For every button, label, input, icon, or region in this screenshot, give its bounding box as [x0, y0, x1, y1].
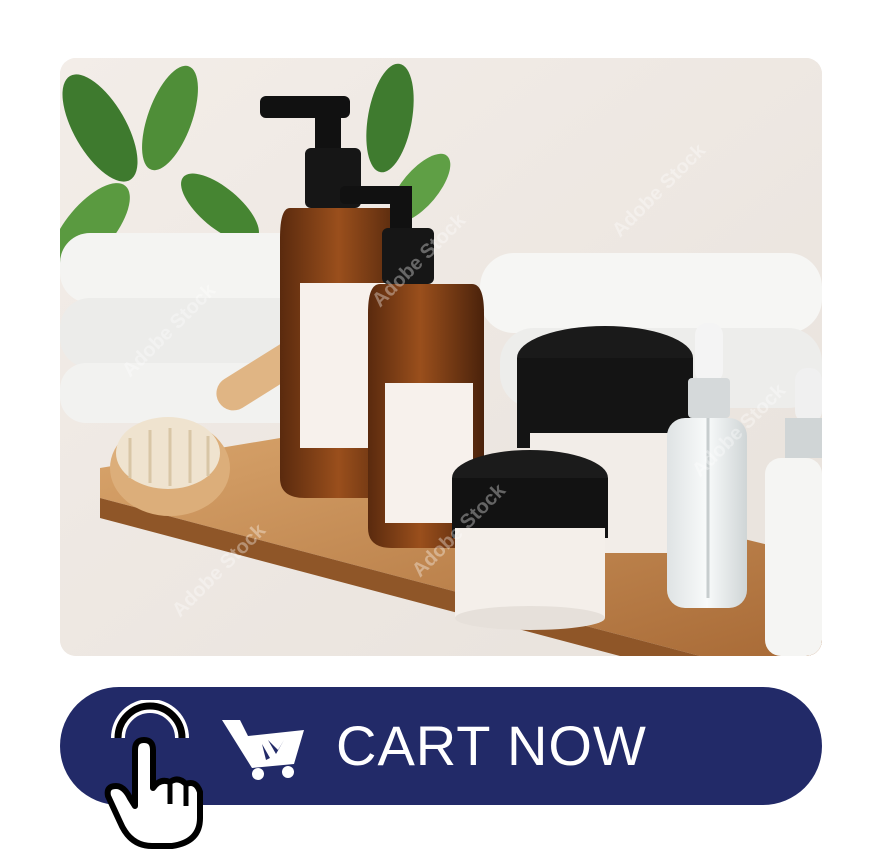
product-photo[interactable]: Adobe Stock Adobe Stock Adobe Stock Adob… [60, 58, 822, 656]
pointing-hand-icon [104, 700, 203, 849]
product-photo-illustration: Adobe Stock Adobe Stock Adobe Stock Adob… [60, 58, 822, 656]
cart-icon [222, 720, 304, 780]
black-jar-small [452, 450, 608, 630]
cart-now-label: CART NOW [336, 714, 647, 777]
ad-banner: Adobe Stock Adobe Stock Adobe Stock Adob… [0, 0, 882, 867]
